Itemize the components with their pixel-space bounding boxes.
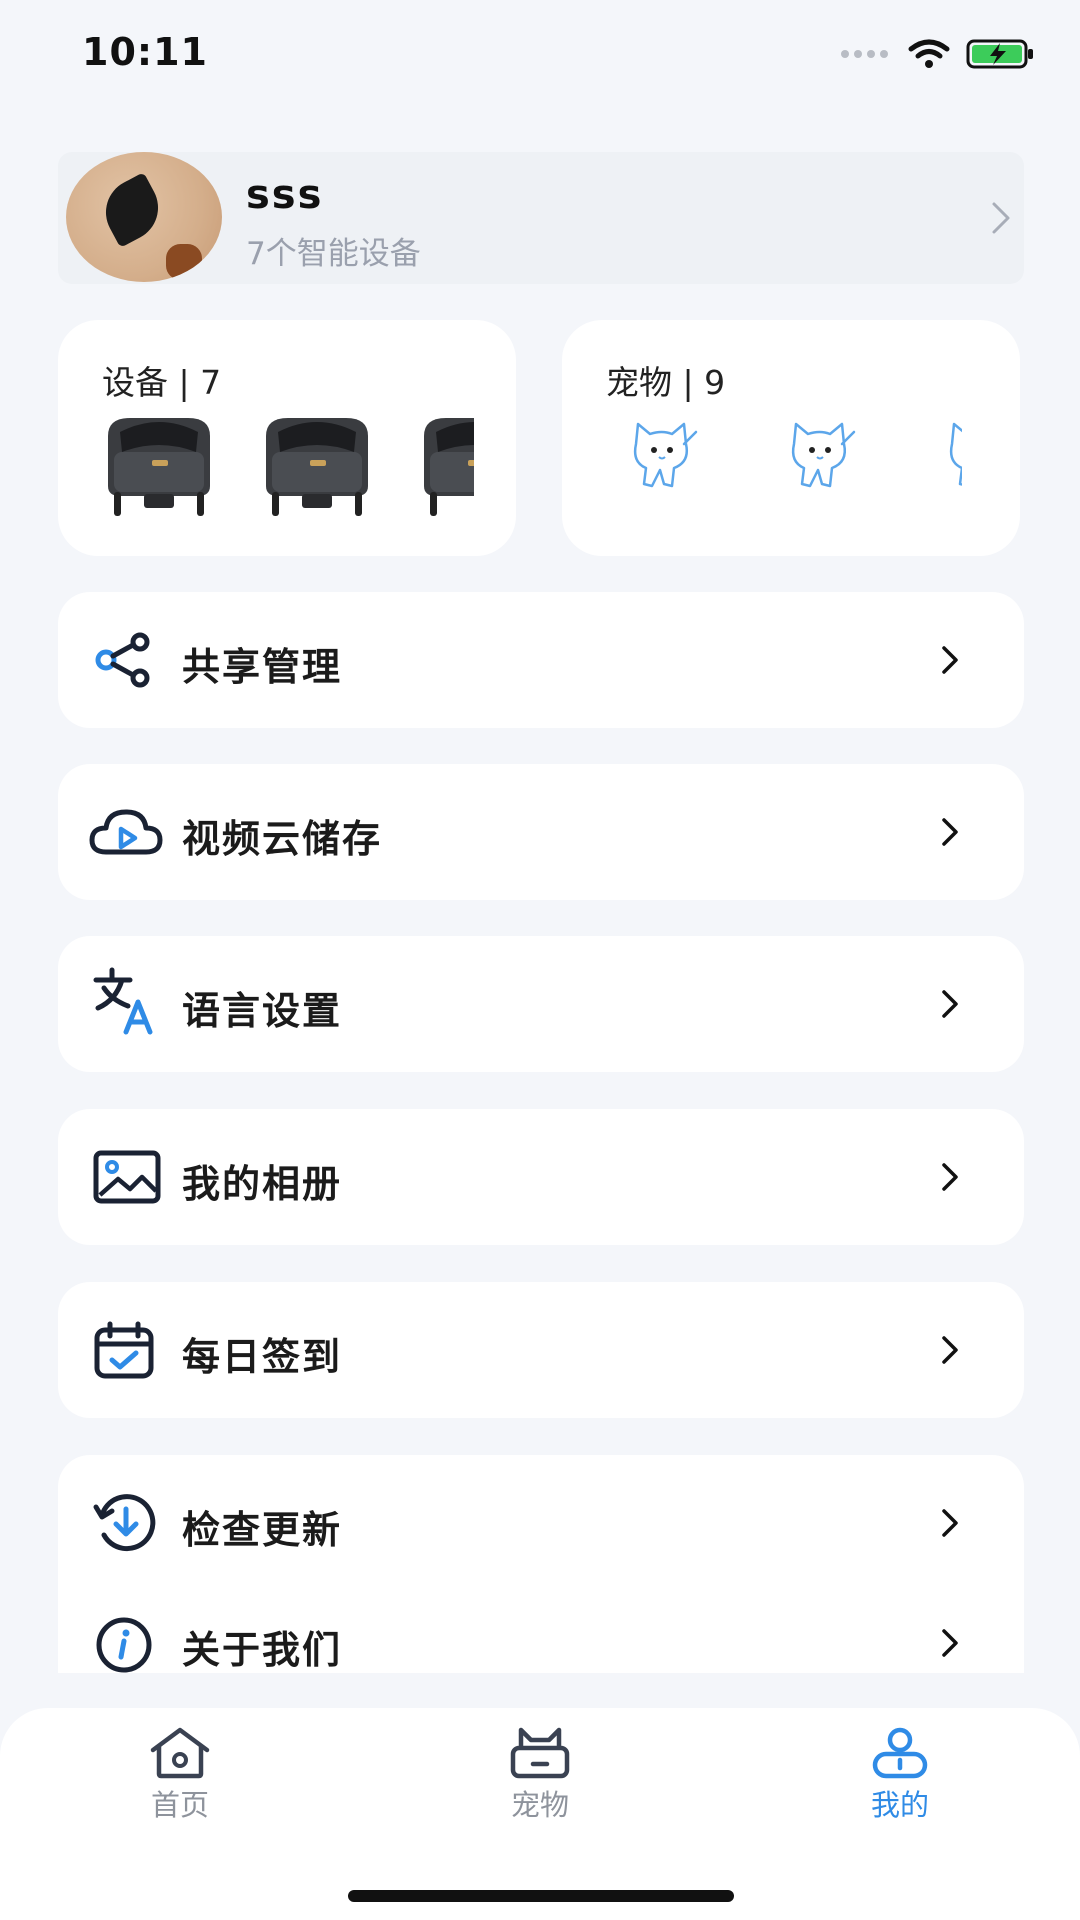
chevron-right-icon xyxy=(942,1509,958,1537)
menu-item-video-cloud-storage[interactable]: 视频云储存 xyxy=(58,764,1024,900)
chevron-right-icon xyxy=(942,1629,958,1657)
tab-mine[interactable]: 我的 xyxy=(840,1726,960,1824)
cellular-signal-icon xyxy=(841,50,888,58)
photo-album-icon xyxy=(93,1150,161,1204)
feeder-device-icon xyxy=(424,418,474,516)
menu-item-daily-checkin[interactable]: 每日签到 xyxy=(58,1282,1024,1418)
tab-home[interactable]: 首页 xyxy=(120,1726,240,1824)
user-name: sss xyxy=(246,172,324,218)
menu-label: 共享管理 xyxy=(182,645,343,689)
feeder-device-icon xyxy=(266,418,368,516)
devices-title: 设备 | 7 xyxy=(102,363,222,402)
tab-label: 首页 xyxy=(150,1788,209,1822)
device-thumbnails xyxy=(100,408,474,538)
battery-charging-icon xyxy=(966,39,1033,69)
chevron-right-icon xyxy=(942,818,958,846)
menu-item-language-settings[interactable]: 语言设置 xyxy=(58,936,1024,1072)
menu-label: 视频云储存 xyxy=(182,817,383,861)
menu-item-my-album[interactable]: 我的相册 xyxy=(58,1109,1024,1245)
pets-title: 宠物 | 9 xyxy=(606,363,726,402)
cat-avatar-icon xyxy=(791,422,856,488)
cat-avatar-icon xyxy=(949,422,962,486)
cloud-video-icon xyxy=(89,809,163,855)
share-icon xyxy=(95,632,150,688)
menu-label: 我的相册 xyxy=(182,1162,343,1206)
avatar[interactable] xyxy=(66,152,222,282)
menu-label: 关于我们 xyxy=(182,1628,343,1672)
home-indicator xyxy=(348,1890,734,1902)
cat-avatar-icon xyxy=(633,422,698,488)
cat-icon xyxy=(510,1727,570,1779)
chevron-right-icon xyxy=(942,1163,958,1191)
devices-card[interactable]: 设备 | 7 xyxy=(58,320,516,556)
device-count-subtitle: 7个智能设备 xyxy=(246,236,421,272)
chevron-right-icon xyxy=(942,990,958,1018)
chevron-right-icon[interactable] xyxy=(990,200,1012,236)
update-icon xyxy=(93,1494,156,1552)
home-icon xyxy=(150,1727,210,1779)
status-time: 10:11 xyxy=(82,30,208,74)
feeder-device-icon xyxy=(108,418,210,516)
tab-label: 我的 xyxy=(870,1788,929,1822)
menu-group-update-about: 检查更新 关于我们 xyxy=(58,1455,1024,1673)
wifi-icon xyxy=(908,39,950,68)
menu-label: 语言设置 xyxy=(182,989,343,1033)
tab-pets[interactable]: 宠物 xyxy=(480,1726,600,1824)
calendar-check-icon xyxy=(94,1321,154,1379)
status-icons xyxy=(841,38,1036,70)
chevron-right-icon xyxy=(942,646,958,674)
menu-label: 每日签到 xyxy=(182,1335,343,1379)
info-icon xyxy=(96,1617,152,1673)
chevron-right-icon xyxy=(942,1336,958,1364)
translate-icon xyxy=(93,967,153,1035)
pet-thumbnails xyxy=(622,412,962,542)
user-icon xyxy=(872,1727,928,1779)
tab-label: 宠物 xyxy=(510,1788,569,1822)
pets-card[interactable]: 宠物 | 9 xyxy=(562,320,1020,556)
menu-label: 检查更新 xyxy=(182,1508,343,1552)
menu-item-share-management[interactable]: 共享管理 xyxy=(58,592,1024,728)
